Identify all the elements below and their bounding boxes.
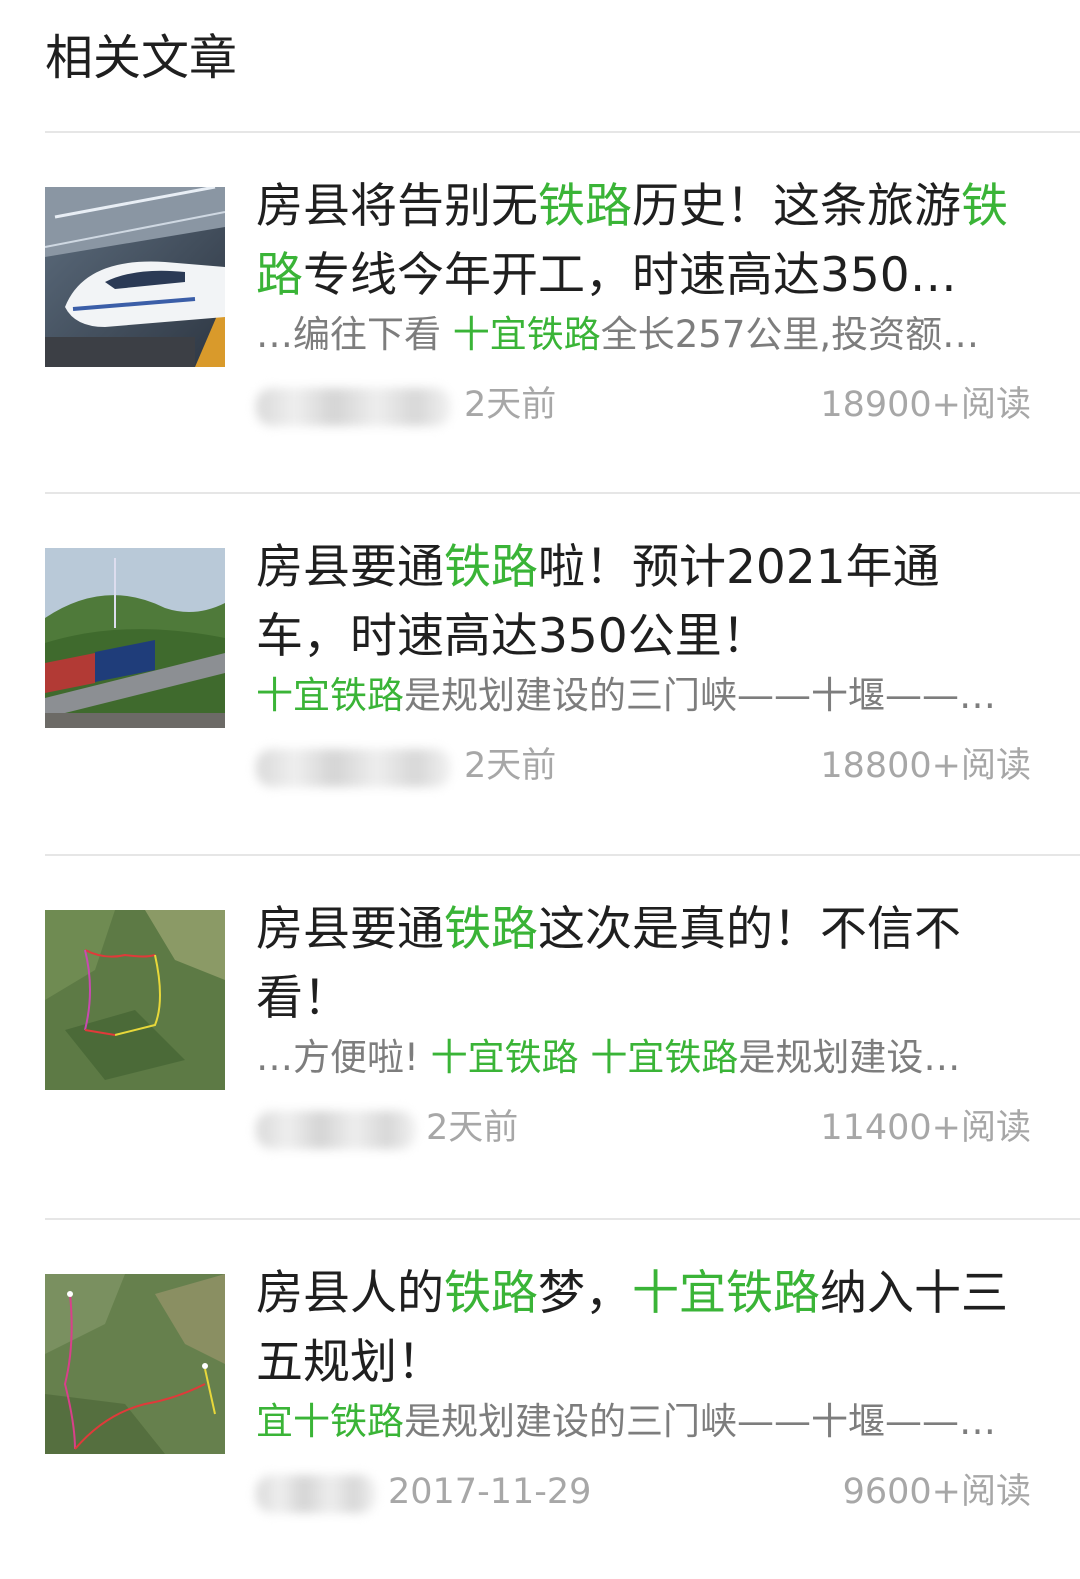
text-segment: 房县要通 [256, 902, 444, 957]
text-segment: 是规划建设的三门峡——十堰——… [404, 1400, 996, 1443]
blurred-author-name [256, 749, 451, 787]
article-summary: …方便啦! 十宜铁路 十宜铁路是规划建设… [256, 1033, 1031, 1083]
read-count: 18800+阅读 [820, 746, 1031, 786]
freight-train-bridge-photo [45, 548, 225, 728]
read-count: 11400+阅读 [820, 1108, 1031, 1148]
article-thumbnail [45, 1274, 225, 1454]
text-segment: 全长257公里,投资额… [600, 313, 980, 356]
text-segment: 是规划建设… [738, 1036, 961, 1079]
high-speed-train-photo [45, 187, 225, 367]
highlighted-keyword: 铁路 [444, 1266, 538, 1321]
article-item[interactable]: 房县要通铁路这次是真的！不信不看！ …方便啦! 十宜铁路 十宜铁路是规划建设… … [0, 855, 1080, 1215]
article-date: 2天前 [426, 1108, 519, 1148]
article-meta: 2天前 18800+阅读 [256, 739, 1031, 793]
article-thumbnail [45, 187, 225, 367]
article-summary: 十宜铁路是规划建设的三门峡——十堰——… [256, 671, 1031, 721]
section-title: 相关文章 [45, 30, 238, 86]
text-segment: 是规划建设的三门峡——十堰——… [404, 674, 996, 717]
article-title[interactable]: 房县要通铁路啦！预计2021年通车，时速高达350公里！ [256, 533, 1031, 671]
article-title[interactable]: 房县要通铁路这次是真的！不信不看！ [256, 895, 1031, 1033]
text-segment: …编往下看 [256, 313, 453, 356]
read-count: 9600+阅读 [842, 1472, 1031, 1512]
text-segment: 梦， [538, 1266, 632, 1321]
highlighted-keyword: 十宜铁路 [256, 674, 404, 717]
satellite-route-map [45, 910, 225, 1090]
article-summary: 宜十铁路是规划建设的三门峡——十堰——… [256, 1397, 1031, 1447]
blurred-author-name [256, 1111, 416, 1149]
article-summary: …编往下看 十宜铁路全长257公里,投资额… [256, 310, 1031, 360]
article-item[interactable]: 房县要通铁路啦！预计2021年通车，时速高达350公里！ 十宜铁路是规划建设的三… [0, 493, 1080, 853]
text-segment: 房县人的 [256, 1266, 444, 1321]
highlighted-keyword: 铁路 [538, 179, 632, 234]
article-date: 2017-11-29 [388, 1472, 592, 1512]
text-segment: 房县将告别无 [256, 179, 538, 234]
article-thumbnail [45, 548, 225, 728]
highlighted-keyword: 铁路 [444, 902, 538, 957]
article-title[interactable]: 房县将告别无铁路历史！这条旅游铁路专线今年开工，时速高达350… [256, 172, 1031, 310]
satellite-route-map-labeled [45, 1274, 225, 1454]
highlighted-keyword: 十宜铁路 [632, 1266, 820, 1321]
text-segment: …方便啦! [256, 1036, 431, 1079]
text-segment: 历史！这条旅游 [632, 179, 961, 234]
highlighted-keyword: 十宜铁路 十宜铁路 [430, 1036, 739, 1079]
article-thumbnail [45, 910, 225, 1090]
highlighted-keyword: 宜十铁路 [256, 1400, 404, 1443]
blurred-author-name [256, 1475, 376, 1513]
highlighted-keyword: 十宜铁路 [452, 313, 601, 356]
article-item[interactable]: 房县人的铁路梦，十宜铁路纳入十三五规划！ 宜十铁路是规划建设的三门峡——十堰——… [0, 1219, 1080, 1579]
article-date: 2天前 [464, 385, 557, 425]
article-meta: 2017-11-29 9600+阅读 [256, 1465, 1031, 1519]
read-count: 18900+阅读 [820, 385, 1031, 425]
blurred-author-name [256, 388, 451, 426]
text-segment: 专线今年开工，时速高达350… [303, 248, 957, 303]
article-meta: 2天前 18900+阅读 [256, 378, 1031, 432]
article-item[interactable]: 房县将告别无铁路历史！这条旅游铁路专线今年开工，时速高达350… …编往下看 十… [0, 132, 1080, 492]
article-date: 2天前 [464, 746, 557, 786]
article-meta: 2天前 11400+阅读 [256, 1101, 1031, 1155]
highlighted-keyword: 铁路 [444, 540, 538, 595]
article-title[interactable]: 房县人的铁路梦，十宜铁路纳入十三五规划！ [256, 1259, 1031, 1397]
text-segment: 房县要通 [256, 540, 444, 595]
